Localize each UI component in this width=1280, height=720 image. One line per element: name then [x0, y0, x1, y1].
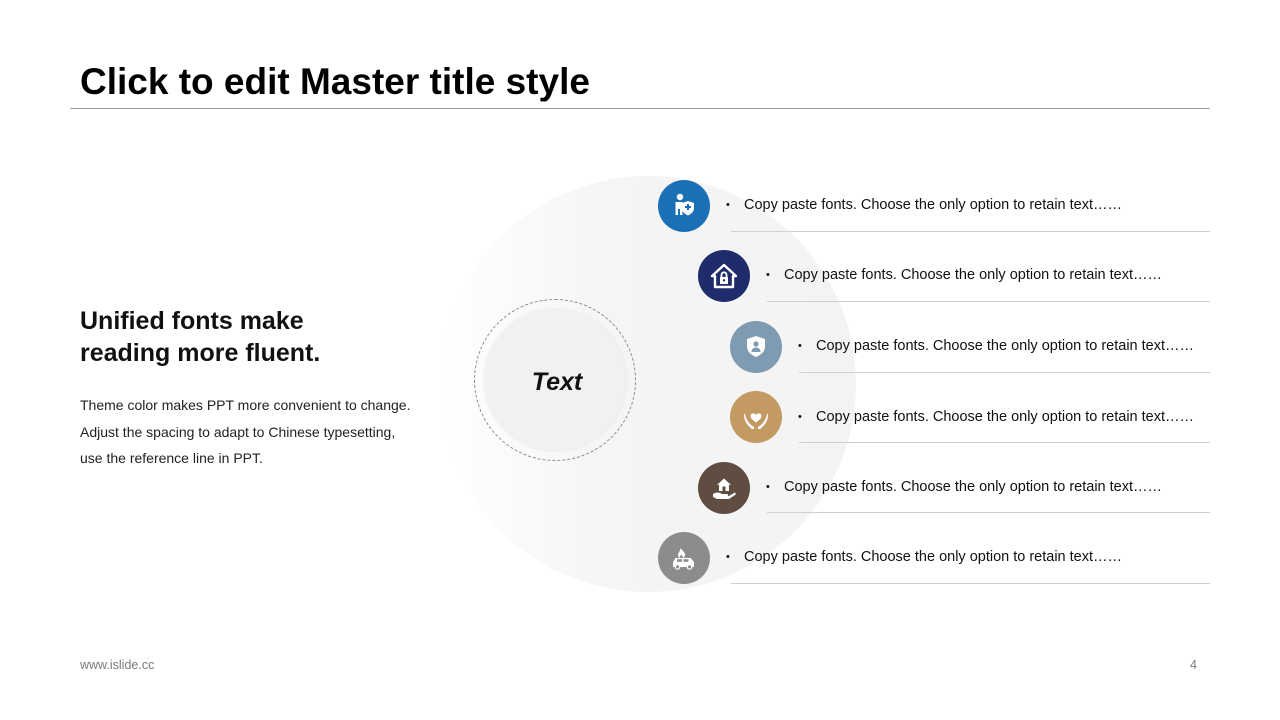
- body-line-2: Adjust the spacing to adapt to Chinese t…: [80, 423, 396, 440]
- item-3-icon-badge: [730, 321, 782, 373]
- item-4-bullet: •: [798, 411, 802, 423]
- item-4-divider: [799, 442, 1210, 443]
- person-shield-icon: [675, 193, 694, 216]
- item-3: • Copy paste fonts. Choose the only optio…: [798, 336, 1194, 356]
- item-6: • Copy paste fonts. Choose the only optio…: [726, 547, 1122, 567]
- item-2-divider: [767, 301, 1210, 302]
- hand-house-icon: [713, 478, 736, 499]
- page-number: 4: [1190, 658, 1197, 672]
- item-2-text: Copy paste fonts. Choose the only option…: [784, 267, 1163, 283]
- house-lock-icon: [710, 263, 738, 289]
- item-2: • Copy paste fonts. Choose the only optio…: [766, 265, 1162, 285]
- car-fire-icon: [673, 548, 694, 570]
- item-6-bullet: •: [726, 551, 730, 563]
- item-5-divider: [767, 512, 1210, 513]
- body-paragraph: Theme color makes PPT more convenient to…: [80, 392, 440, 472]
- item-2-bullet: •: [766, 269, 770, 281]
- heading-line-2: reading more fluent.: [80, 339, 321, 367]
- item-6-divider: [731, 583, 1210, 584]
- item-1-icon-badge: [658, 180, 710, 232]
- slide-title: Click to edit Master title style: [80, 61, 590, 102]
- footer-url: www.islide.cc: [80, 658, 155, 672]
- hands-heart-icon: [744, 413, 768, 429]
- item-6-text: Copy paste fonts. Choose the only option…: [744, 549, 1123, 565]
- item-5-bullet: •: [766, 481, 770, 493]
- section-heading: Unified fonts make reading more fluent.: [80, 305, 440, 369]
- item-1-divider: [731, 231, 1210, 232]
- item-1: • Copy paste fonts. Choose the only optio…: [726, 195, 1122, 215]
- item-2-icon-badge: [698, 250, 750, 302]
- center-label: Text: [531, 368, 583, 396]
- item-5-text: Copy paste fonts. Choose the only option…: [784, 479, 1163, 495]
- item-4-text: Copy paste fonts. Choose the only option…: [816, 409, 1195, 425]
- item-4-icon-badge: [730, 391, 782, 443]
- item-5: • Copy paste fonts. Choose the only optio…: [766, 477, 1162, 497]
- item-3-divider: [799, 372, 1210, 373]
- item-5-icon-badge: [698, 462, 750, 514]
- heading-line-1: Unified fonts make: [80, 307, 304, 335]
- title-divider: [70, 108, 1210, 109]
- item-1-bullet: •: [726, 199, 730, 211]
- item-1-text: Copy paste fonts. Choose the only option…: [744, 197, 1123, 213]
- shield-person-icon: [747, 336, 765, 357]
- item-3-text: Copy paste fonts. Choose the only option…: [816, 338, 1195, 354]
- item-4: • Copy paste fonts. Choose the only optio…: [798, 407, 1194, 427]
- item-6-icon-badge: [658, 532, 710, 584]
- body-line-3: use the reference line in PPT.: [80, 450, 263, 466]
- body-line-1: Theme color makes PPT more convenient to…: [80, 397, 411, 413]
- item-3-bullet: •: [798, 340, 802, 352]
